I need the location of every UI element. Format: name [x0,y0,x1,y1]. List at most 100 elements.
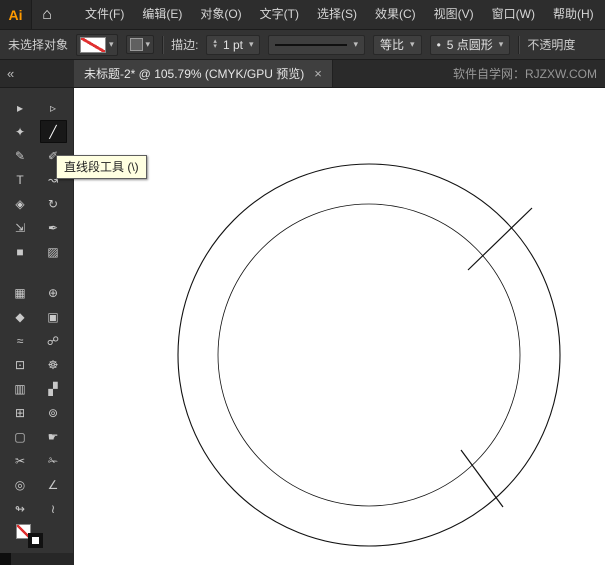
artwork-canvas[interactable] [74,88,605,565]
app-logo[interactable]: Ai [0,0,32,29]
direct-selection-icon: ▹ [49,100,57,115]
tool-type[interactable]: T [7,168,34,191]
tab-bar: « 未标题-2* @ 105.79% (CMYK/GPU 预览) × 软件自学网… [0,60,605,88]
document-tab[interactable]: 未标题-2* @ 105.79% (CMYK/GPU 预览) × [74,60,333,87]
eraser-icon: ◈ [15,196,25,211]
tool-knife[interactable]: ✁ [40,449,67,472]
tool-scissors[interactable]: ✂ [7,449,34,472]
artwork-line[interactable] [467,207,533,271]
swatch-icon [129,38,143,51]
stroke-swatch[interactable] [28,533,43,548]
stroke-style-dropdown[interactable]: ▾ [268,34,366,55]
tool-shear[interactable]: ∠ [40,473,67,496]
width-profile-dropdown[interactable]: 等比 ▾ [373,34,422,55]
solid-line-icon [275,43,348,46]
zoom-icon: ◎ [14,477,26,492]
none-color-icon [80,36,107,53]
tool-line-segment[interactable]: ╱ [39,120,67,143]
symbol-sprayer-icon: ☸ [47,357,59,372]
tool-gradient[interactable]: ▨ [40,240,67,263]
menu-item-window[interactable]: 窗口(W) [483,0,544,29]
opacity-label: 不透明度 [527,38,576,52]
collapse-panels-button[interactable]: « [0,60,74,87]
menu-bar: Ai ⌂ 文件(F) 编辑(E) 对象(O) 文字(T) 选择(S) 效果(C) 视图(V)… [0,0,605,30]
tool-polar-grid[interactable]: ⊕ [40,281,67,304]
chevron-down-icon: ▾ [145,39,151,49]
tool-direct-selection[interactable]: ▹ [40,96,67,119]
stroke-weight-value[interactable]: 1 pt [223,38,243,52]
tool-eraser[interactable]: ◈ [7,192,34,215]
smooth-icon: ≀ [50,501,56,516]
width-profile-value: 等比 [380,38,405,52]
tool-magic-wand[interactable]: ✦ [7,120,34,143]
menu-item-type[interactable]: 文字(T) [251,0,308,29]
stroke-label: 描边: [171,38,199,52]
menu-item-edit[interactable]: 编辑(E) [133,0,191,29]
shear-icon: ∠ [47,477,59,492]
fill-style-dropdown[interactable]: ▾ [125,35,155,54]
menu-item-help[interactable]: 帮助(H) [544,0,603,29]
menu-items: 文件(F) 编辑(E) 对象(O) 文字(T) 选择(S) 效果(C) 视图(V) 窗口(W)… [76,0,603,29]
tool-width[interactable]: ≈ [7,329,34,352]
tool-rotate[interactable]: ↻ [40,192,67,215]
tool-tooltip: 直线段工具 (\) [56,155,147,179]
stroke-weight-combo[interactable]: ▴ ▾ 1 pt ▾ [206,34,261,55]
tool-artboard[interactable]: ▢ [7,425,34,448]
menu-item-view[interactable]: 视图(V) [425,0,483,29]
line-segment-icon: ╱ [49,124,57,139]
document-tab-title: 未标题-2* @ 105.79% (CMYK/GPU 预览) [84,67,305,81]
tool-zoom[interactable]: ◎ [7,473,34,496]
canvas[interactable] [74,88,605,565]
tool-eyedropper[interactable]: ✒ [40,216,67,239]
close-tab-icon[interactable]: × [314,66,322,81]
stroke-color-dropdown[interactable]: ▾ [76,33,118,56]
tool-reshape[interactable]: ↬ [7,497,34,520]
fill-stroke-indicator[interactable] [0,520,73,553]
magic-wand-icon: ✦ [14,124,26,139]
menu-item-object[interactable]: 对象(O) [191,0,250,29]
artwork-circle[interactable] [217,203,521,507]
tool-shape-builder[interactable]: ◆ [7,305,34,328]
tool-hand[interactable]: ☛ [40,425,67,448]
separator [518,35,520,54]
tool-paintbrush[interactable]: ✎ [7,144,34,167]
menu-item-file[interactable]: 文件(F) [76,0,133,29]
brush-definition-value: 5 点圆形 [446,38,493,52]
tool-perspective-grid[interactable]: ⊞ [7,401,34,424]
stepper-icon[interactable]: ▴ ▾ [213,38,217,50]
slice-icon: ▞ [48,381,58,396]
tool-free-transform[interactable]: ⊡ [7,353,34,376]
tool-slice[interactable]: ▞ [40,377,67,400]
tool-column-graph[interactable]: ▥ [7,377,34,400]
tool-smooth[interactable]: ≀ [40,497,67,520]
footer-tab[interactable] [0,553,11,565]
tool-live-paint[interactable]: ▣ [40,305,67,328]
tool-puppet-warp[interactable]: ☍ [40,329,67,352]
stepper-down-icon[interactable]: ▾ [213,43,217,50]
chevron-down-icon: ▾ [109,39,114,49]
panel-footer [0,553,73,565]
scale-icon: ⇲ [14,220,26,235]
no-selection-label: 未选择对象 [8,38,69,52]
tool-scale[interactable]: ⇲ [7,216,34,239]
tool-mesh[interactable]: ▦ [7,281,34,304]
tool-rectangle[interactable]: ■ [7,240,34,263]
tool-symbol-sprayer[interactable]: ☸ [40,353,67,376]
brush-definition-dropdown[interactable]: • 5 点圆形 ▾ [429,34,511,55]
type-icon: T [16,172,24,187]
separator [162,35,164,54]
tools-grid: ▸ ▹ ✦ ╱ ✎ ✐ T ↝ ◈ ↻ ⇲ ✒ ■ ▨ ▦ ⊕ ◆ ▣ ≈ ☍ ⊡ ☸ ▥ ▞ ⊞ ⊚ ▢ ☛ ✂ ✁ ◎ ∠ ↬ ≀ [0,88,73,520]
gradient-icon: ▨ [47,244,59,259]
home-icon[interactable]: ⌂ [32,0,62,29]
blend-icon: ⊚ [47,405,59,420]
eyedropper-icon: ✒ [47,220,59,235]
artwork-line[interactable] [460,449,504,508]
menu-item-effect[interactable]: 效果(C) [366,0,425,29]
rectangle-icon: ■ [16,244,24,259]
tool-blend[interactable]: ⊚ [40,401,67,424]
artwork-circle[interactable] [177,163,561,547]
menu-item-select[interactable]: 选择(S) [308,0,366,29]
tool-selection[interactable]: ▸ [7,96,34,119]
shape-builder-icon: ◆ [15,309,25,324]
perspective-grid-icon: ⊞ [14,405,26,420]
